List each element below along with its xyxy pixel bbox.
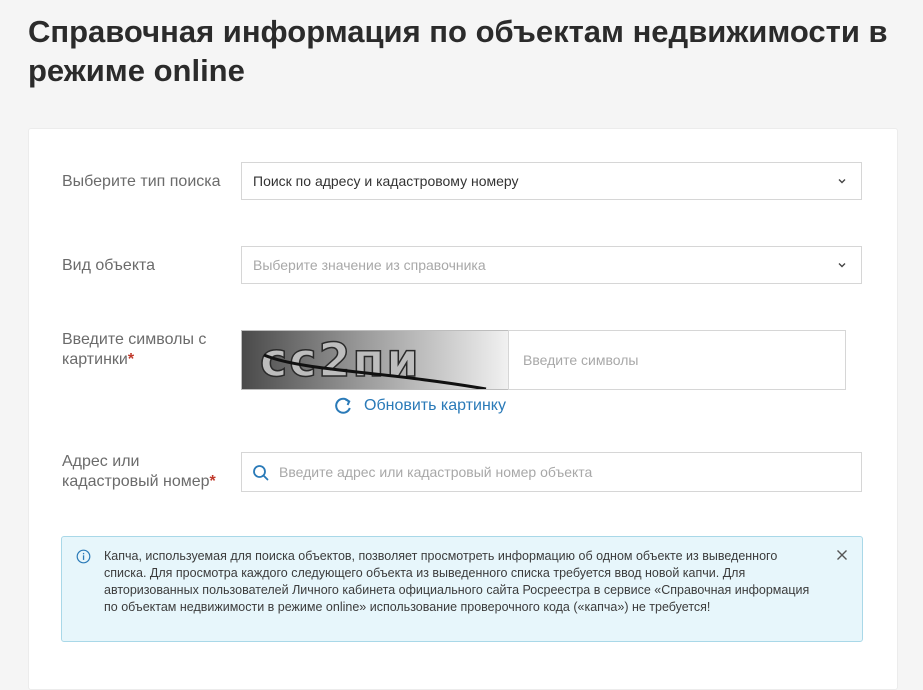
chevron-down-icon — [838, 263, 846, 268]
address-label: Адрес или кадастровый номер* — [62, 452, 232, 492]
object-type-placeholder: Выберите значение из справочника — [253, 257, 486, 273]
address-input[interactable] — [279, 453, 849, 491]
chevron-down-icon — [838, 179, 846, 184]
object-type-label: Вид объекта — [62, 257, 156, 274]
info-icon — [76, 549, 91, 564]
close-icon[interactable] — [836, 549, 848, 561]
search-icon — [253, 465, 269, 481]
required-mark: * — [127, 351, 135, 368]
refresh-icon — [335, 397, 351, 414]
captcha-image: cc2пи — [241, 330, 509, 390]
address-search-field[interactable] — [241, 452, 862, 492]
address-label-text: Адрес или кадастровый номер — [62, 453, 210, 490]
search-type-label: Выберите тип поиска — [62, 173, 221, 190]
refresh-captcha-label: Обновить картинку — [364, 397, 506, 414]
refresh-captcha-button[interactable]: Обновить картинку — [333, 396, 506, 416]
captcha-notice: Капча, используемая для поиска объектов,… — [61, 536, 863, 642]
page-title: Справочная информация по объектам недвиж… — [28, 14, 888, 88]
captcha-label: Введите символы с картинки* — [62, 330, 232, 370]
captcha-label-text: Введите символы с картинки — [62, 331, 207, 368]
search-type-value: Поиск по адресу и кадастровому номеру — [253, 173, 519, 189]
object-type-select[interactable]: Выберите значение из справочника — [241, 246, 862, 284]
required-mark: * — [209, 473, 216, 490]
search-type-select[interactable]: Поиск по адресу и кадастровому номеру — [241, 162, 862, 200]
captcha-input[interactable] — [508, 330, 846, 390]
notice-text: Капча, используемая для поиска объектов,… — [104, 549, 810, 614]
